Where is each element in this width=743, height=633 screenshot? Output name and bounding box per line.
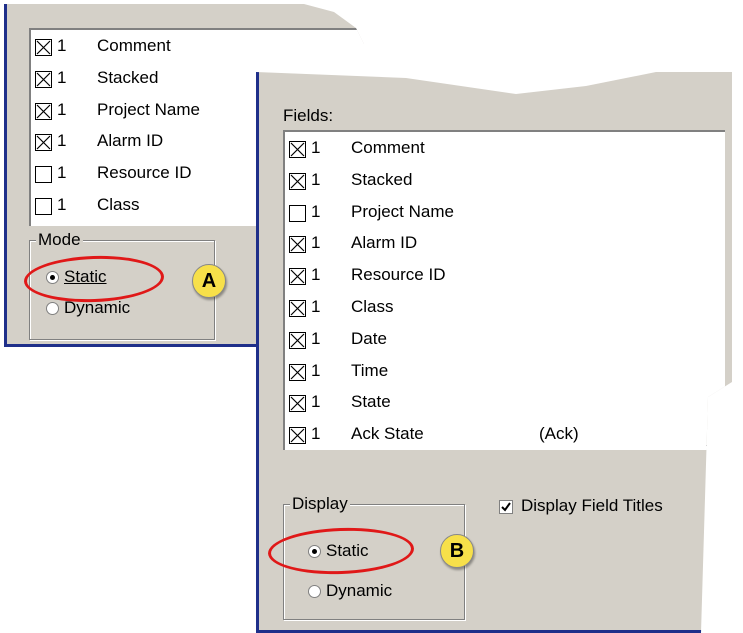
- checkbox-checked-icon[interactable]: [289, 300, 306, 317]
- display-field-titles-label: Display Field Titles: [521, 496, 663, 515]
- field-count: 1: [57, 163, 67, 183]
- display-dynamic-label: Dynamic: [326, 581, 393, 600]
- checkbox-checked-icon[interactable]: [35, 70, 52, 88]
- field-name: Alarm ID: [97, 131, 164, 151]
- field-name: Time: [351, 360, 389, 380]
- field-name: State: [351, 392, 391, 412]
- field-name: Class: [97, 195, 140, 214]
- field-name: Stacked: [351, 169, 413, 189]
- field-name: Class: [351, 297, 394, 316]
- field-count: 1: [311, 265, 321, 285]
- field-count: 1: [57, 36, 67, 55]
- checkbox-checked-icon[interactable]: [35, 39, 52, 56]
- field-count: 1: [311, 392, 321, 412]
- field-name: Date: [351, 328, 387, 348]
- field-name: Stacked: [97, 67, 159, 87]
- field-count: 1: [57, 131, 67, 151]
- checkbox-checked-icon[interactable]: [289, 172, 306, 190]
- field-count: 1: [311, 169, 321, 189]
- field-count: 1: [311, 297, 321, 316]
- radio-unselected-icon: [46, 302, 59, 315]
- checkbox-checked-icon[interactable]: [289, 395, 306, 413]
- checkbox-checked-icon[interactable]: [289, 236, 306, 254]
- field-count: 1: [311, 360, 321, 380]
- callout-b-badge: B: [440, 534, 474, 568]
- checkbox-checked-icon[interactable]: [35, 102, 52, 120]
- field-name: Resource ID: [97, 163, 192, 183]
- field-name: Ack State: [351, 424, 424, 444]
- checkbox-checked-icon: [499, 500, 513, 514]
- display-group-title: Display: [290, 494, 350, 514]
- checkbox-unchecked-icon[interactable]: [35, 166, 52, 184]
- field-count: 1: [57, 67, 67, 87]
- checkbox-checked-icon[interactable]: [289, 268, 306, 286]
- field-name: Project Name: [97, 99, 200, 119]
- field-name: Comment: [97, 36, 171, 55]
- field-name: Project Name: [351, 201, 454, 221]
- checkbox-checked-icon[interactable]: [35, 134, 52, 152]
- field-name: Resource ID: [351, 265, 446, 285]
- radio-unselected-icon: [308, 585, 321, 598]
- callout-a-badge: A: [192, 264, 226, 298]
- field-count: 1: [311, 138, 321, 157]
- checkbox-checked-icon[interactable]: [289, 141, 306, 158]
- mode-group-title: Mode: [36, 230, 83, 250]
- fields-list-b[interactable]: 1 Comment 1 Stacked 1 Project Name 1 Alarm ID 1 R…: [283, 130, 725, 450]
- field-count: 1: [311, 424, 321, 444]
- fields-label: Fields:: [283, 106, 334, 125]
- field-name: Alarm ID: [351, 233, 418, 253]
- field-count: 1: [311, 328, 321, 348]
- checkbox-unchecked-icon[interactable]: [289, 204, 306, 222]
- checkbox-unchecked-icon[interactable]: [35, 198, 52, 215]
- field-name: Comment: [351, 138, 425, 157]
- field-extra: (Ack): [539, 424, 579, 444]
- field-count: 1: [311, 233, 321, 253]
- checkbox-checked-icon[interactable]: [289, 331, 306, 349]
- scroll-down-button[interactable]: [706, 428, 722, 446]
- field-count: 1: [311, 201, 321, 221]
- field-count: 1: [57, 195, 67, 214]
- checkbox-checked-icon[interactable]: [289, 427, 306, 445]
- checkbox-checked-icon[interactable]: [289, 363, 306, 381]
- field-count: 1: [57, 99, 67, 119]
